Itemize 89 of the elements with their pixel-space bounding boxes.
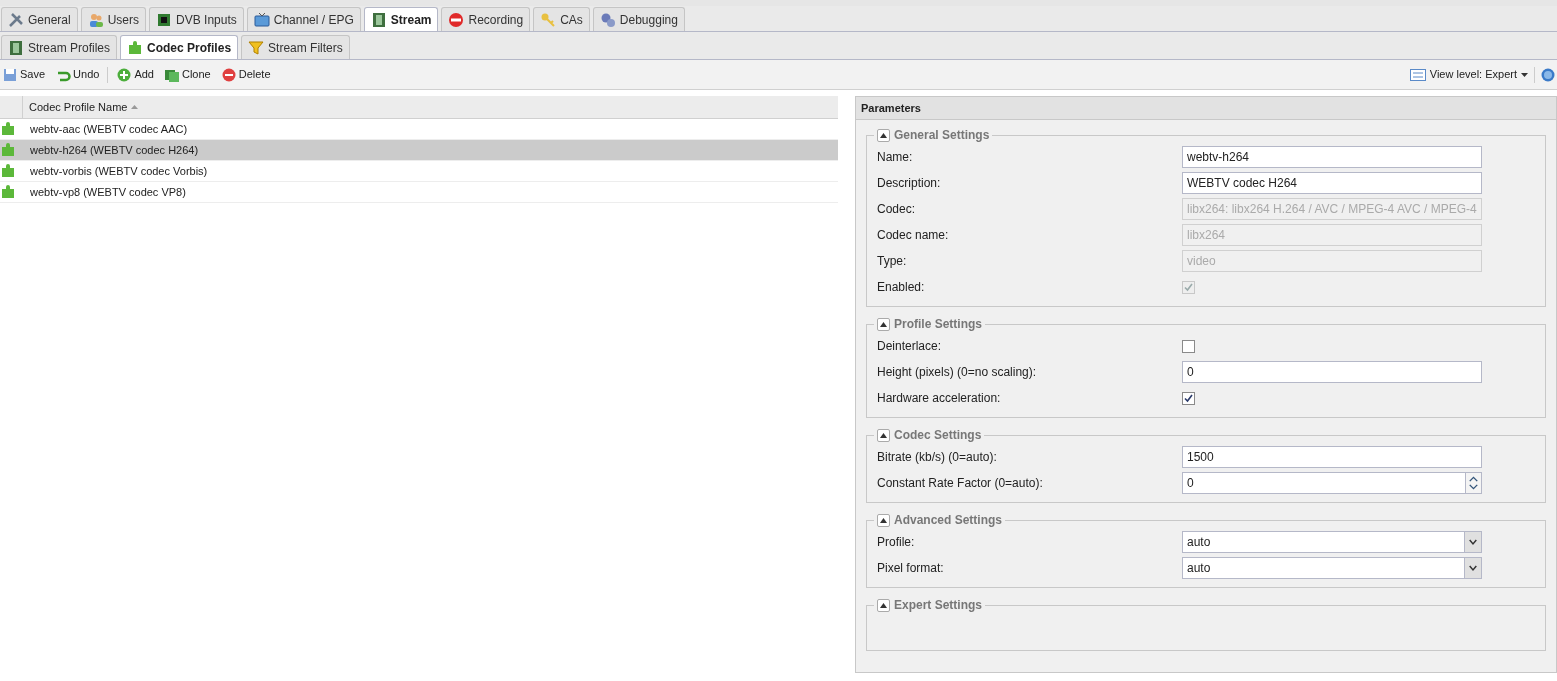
tab[interactable]: Recording — [441, 7, 531, 31]
tab[interactable]: Stream — [363, 7, 439, 31]
grid-cell-text: webtv-vp8 (WEBTV codec VP8) — [29, 184, 187, 200]
tab[interactable]: Channel / EPG — [246, 7, 361, 31]
tab[interactable]: Users — [80, 7, 147, 31]
puzzle-icon — [0, 184, 16, 200]
field-label: Pixel format: — [877, 560, 945, 577]
input-field[interactable]: webtv-h264 — [1182, 146, 1482, 168]
grid-row[interactable]: webtv-vorbis (WEBTV codec Vorbis) — [0, 161, 838, 182]
tab[interactable]: Stream Filters — [241, 35, 350, 59]
grid-cell-text: webtv-h264 (WEBTV codec H264) — [29, 142, 200, 158]
field-label: Description: — [877, 175, 942, 192]
film-icon — [8, 39, 24, 56]
grid-row[interactable]: webtv-aac (WEBTV codec AAC) — [0, 119, 838, 140]
gears-icon — [599, 11, 616, 28]
record-icon — [448, 11, 465, 28]
puzzle-icon — [0, 142, 16, 158]
tab[interactable]: DVB Inputs — [149, 7, 244, 31]
number-field[interactable]: 0 — [1182, 472, 1482, 494]
collapse-toggle[interactable] — [877, 317, 890, 331]
view-level-menu[interactable]: View level: Expert — [1409, 66, 1528, 83]
field-label: Profile: — [877, 534, 916, 551]
puzzle-icon — [0, 163, 16, 179]
grid-row[interactable]: webtv-vp8 (WEBTV codec VP8) — [0, 182, 838, 203]
field-label: Deinterlace: — [877, 338, 943, 355]
tab[interactable]: Codec Profiles — [120, 35, 239, 59]
toolbar-button[interactable]: Delete — [218, 66, 273, 83]
toolbar-button[interactable]: Add — [114, 66, 156, 83]
film-icon — [370, 11, 387, 28]
puzzle-icon — [0, 121, 16, 137]
tab[interactable]: General — [1, 7, 78, 31]
collapse-arrow-icon — [880, 321, 887, 327]
card-icon — [156, 11, 173, 28]
section-title: Expert Settings — [894, 597, 983, 614]
field-label: Codec name: — [877, 227, 950, 244]
collapse-arrow-icon — [880, 517, 887, 523]
delete-icon — [220, 66, 237, 83]
caret-icon — [1521, 72, 1528, 77]
dropdown-caret-icon[interactable] — [1464, 558, 1481, 578]
help-icon[interactable] — [1541, 67, 1555, 82]
tv-icon — [253, 11, 270, 28]
sort-ascending-icon — [131, 105, 139, 109]
field-label: Name: — [877, 149, 914, 166]
section-title: Profile Settings — [894, 316, 982, 333]
checkbox[interactable] — [1182, 391, 1195, 405]
tab[interactable]: Stream Profiles — [1, 35, 118, 59]
toolbar-button[interactable]: Clone — [161, 66, 213, 83]
input-field[interactable]: 1500 — [1182, 446, 1482, 468]
column-header[interactable]: Codec Profile Name — [23, 96, 145, 118]
dropdown[interactable]: auto — [1182, 531, 1482, 553]
input-field[interactable]: WEBTV codec H264 — [1182, 172, 1482, 194]
users-icon — [87, 11, 104, 28]
spinner-arrows-icon[interactable] — [1465, 473, 1481, 493]
field-label: Hardware acceleration: — [877, 390, 1002, 407]
add-icon — [116, 66, 133, 83]
collapse-toggle[interactable] — [877, 428, 890, 442]
panel-header: Parameters — [856, 97, 1556, 120]
field-label: Type: — [877, 253, 908, 270]
grid-cell-text: webtv-aac (WEBTV codec AAC) — [29, 121, 189, 137]
key-icon — [540, 11, 557, 28]
dropdown[interactable]: auto — [1182, 557, 1482, 579]
filter-icon — [248, 39, 265, 56]
field-label: Codec: — [877, 201, 917, 218]
collapse-toggle[interactable] — [877, 128, 890, 142]
input-field[interactable]: 0 — [1182, 361, 1482, 383]
tools-icon — [8, 11, 24, 28]
section-title: General Settings — [894, 127, 990, 144]
section-title: Advanced Settings — [894, 512, 1003, 529]
field-label: Enabled: — [877, 279, 926, 296]
save-icon — [2, 66, 18, 83]
puzzle-icon — [127, 39, 144, 56]
dropdown-caret-icon[interactable] — [1464, 532, 1481, 552]
field-label: Bitrate (kb/s) (0=auto): — [877, 449, 998, 466]
list-icon — [1409, 68, 1426, 81]
grid-cell-text: webtv-vorbis (WEBTV codec Vorbis) — [29, 163, 209, 179]
field-label: Height (pixels) (0=no scaling): — [877, 364, 1038, 381]
collapse-toggle[interactable] — [877, 598, 890, 612]
checkbox[interactable] — [1182, 339, 1195, 353]
toolbar-button[interactable]: Save — [0, 66, 48, 83]
collapse-arrow-icon — [880, 132, 887, 138]
collapse-arrow-icon — [880, 602, 887, 608]
tab[interactable]: Debugging — [592, 7, 685, 31]
collapse-arrow-icon — [880, 432, 887, 438]
grid-row[interactable]: webtv-h264 (WEBTV codec H264) — [0, 140, 838, 161]
toolbar-button[interactable]: Undo — [53, 66, 102, 83]
collapse-toggle[interactable] — [877, 513, 890, 527]
tab[interactable]: CAs — [533, 7, 590, 31]
field-label: Constant Rate Factor (0=auto): — [877, 475, 1044, 492]
section-title: Codec Settings — [894, 427, 982, 444]
